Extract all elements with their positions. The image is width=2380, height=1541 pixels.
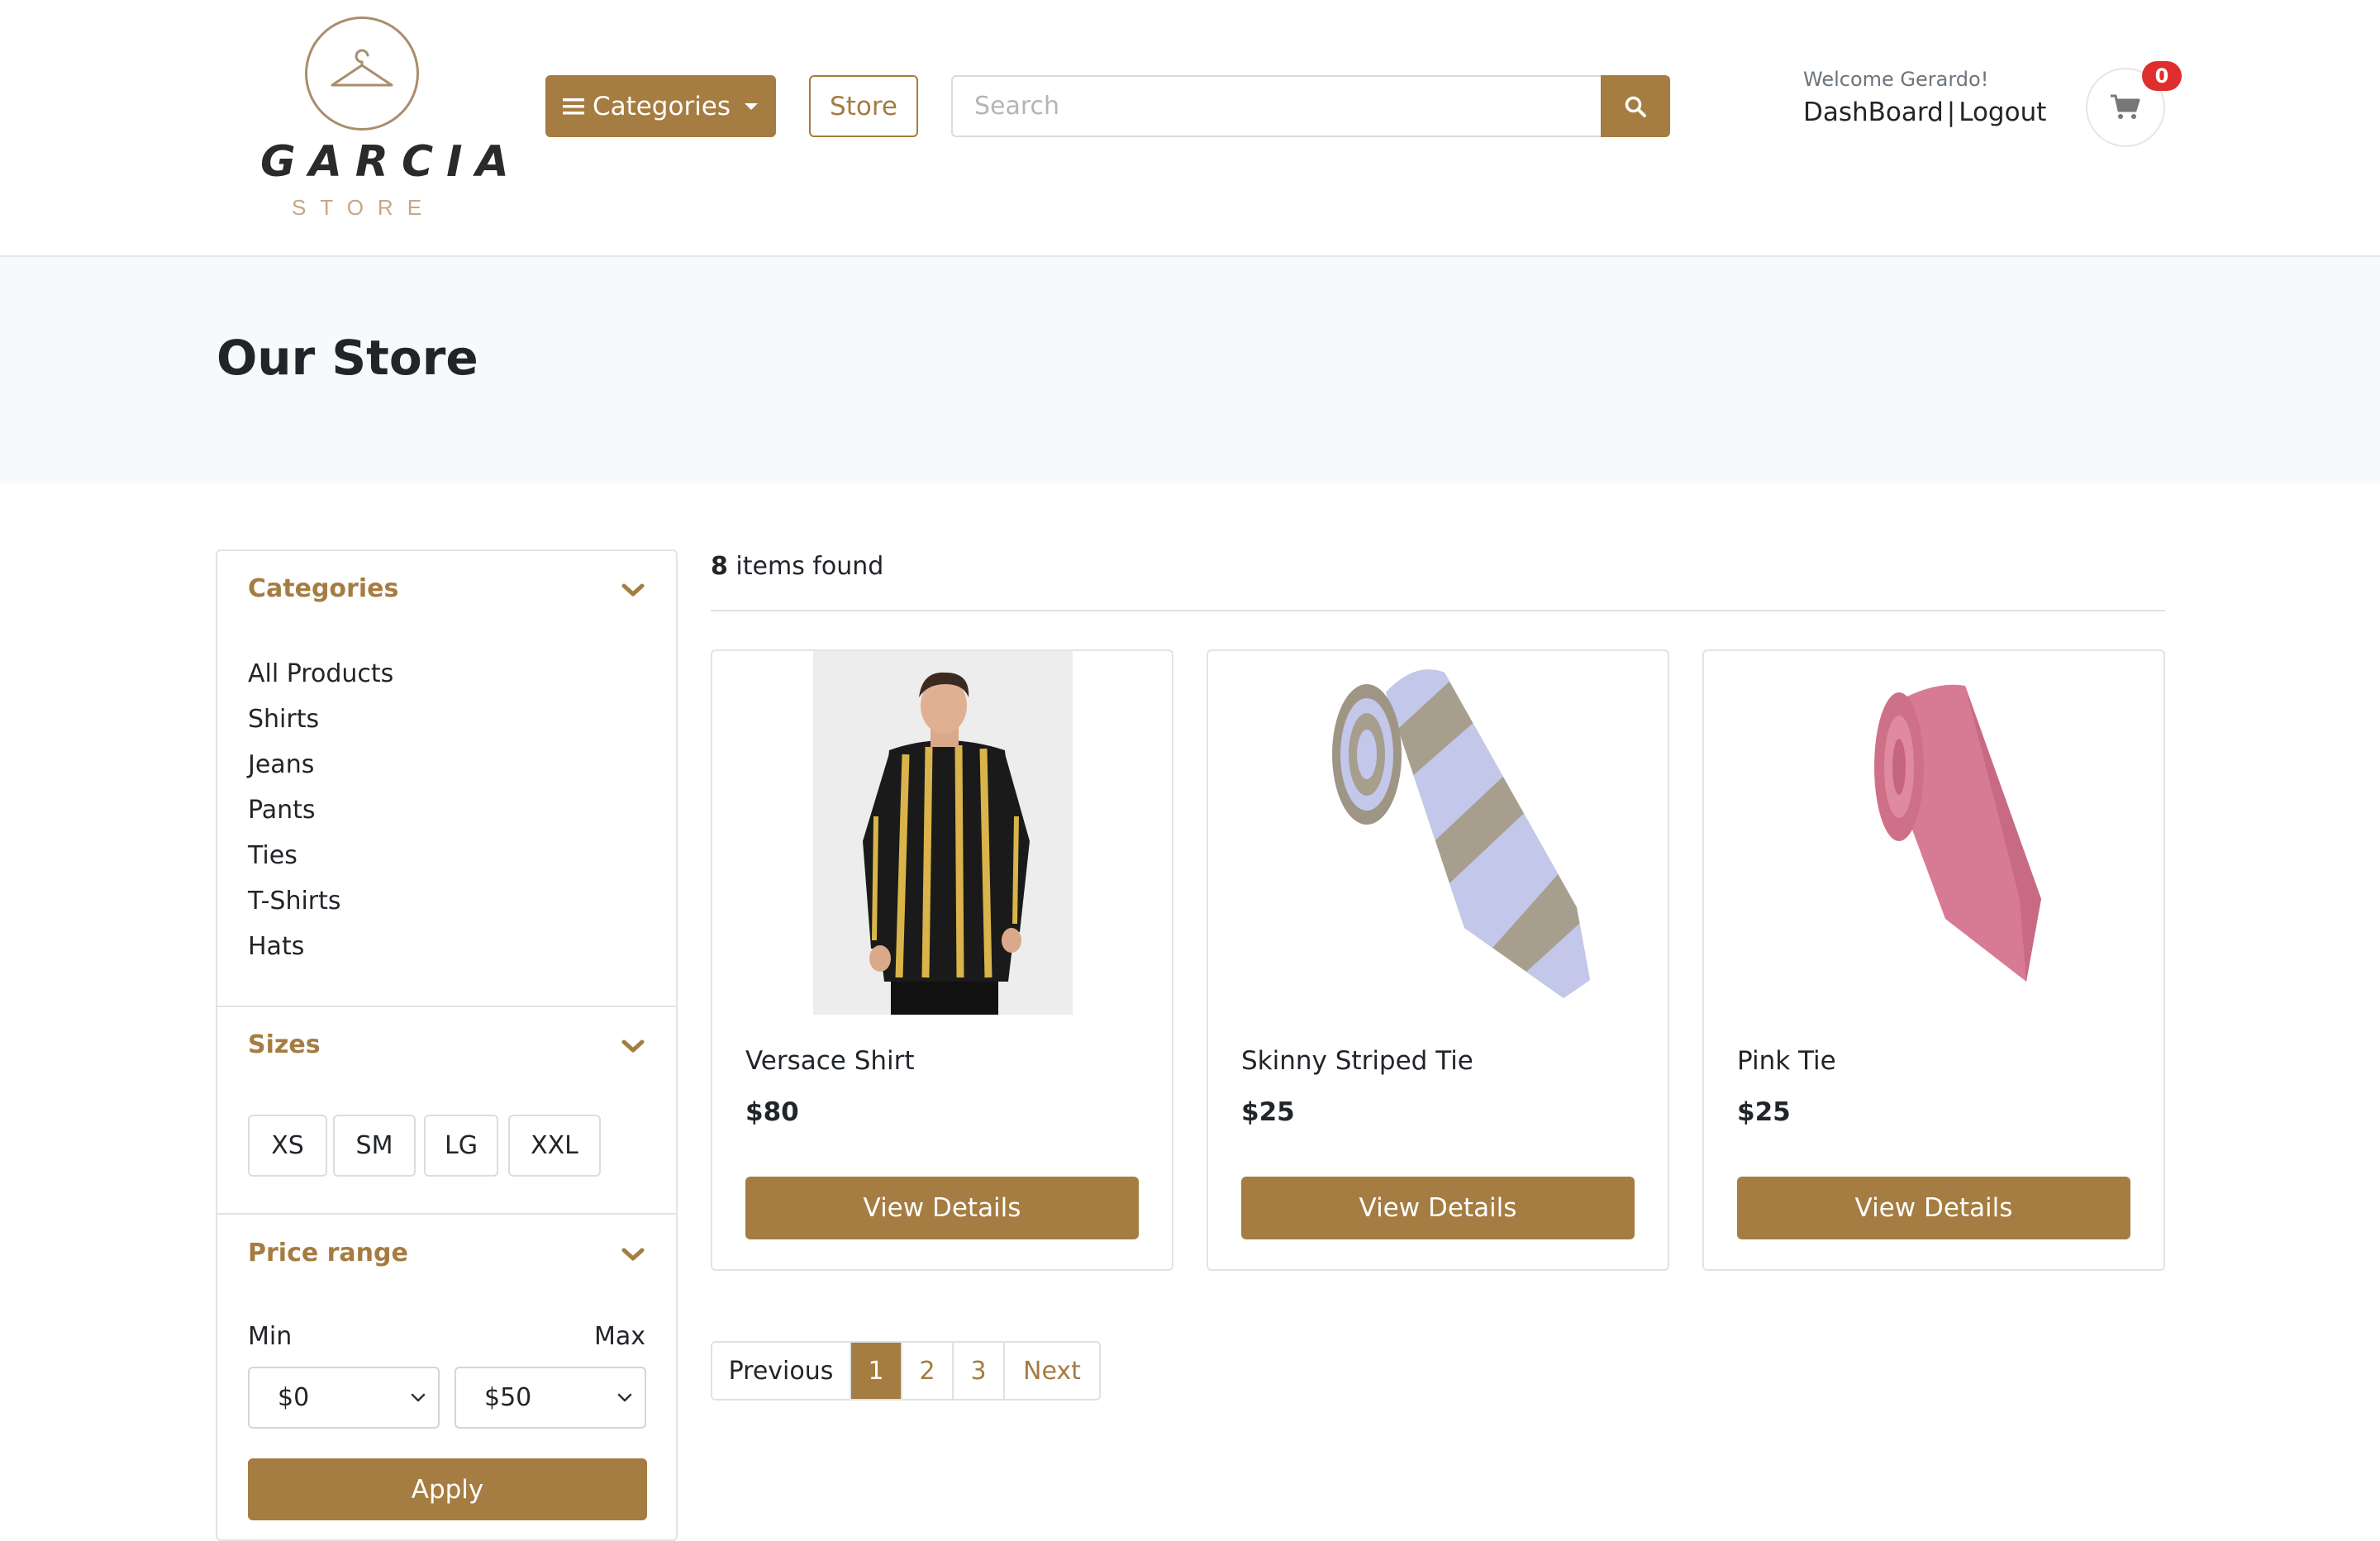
view-details-button[interactable]: View Details: [1241, 1177, 1635, 1239]
pagination-previous[interactable]: Previous: [712, 1343, 851, 1399]
search-button[interactable]: [1601, 75, 1670, 137]
store-button[interactable]: Store: [809, 75, 918, 137]
pagination-page-1[interactable]: 1: [851, 1343, 902, 1399]
categories-button-label: Categories: [592, 91, 731, 121]
product-price: $25: [1241, 1097, 1295, 1127]
categories-dropdown-button[interactable]: Categories: [545, 75, 776, 137]
logo-wordmark: GARCIA: [260, 137, 522, 187]
category-ties[interactable]: Ties: [248, 841, 298, 870]
max-price-select[interactable]: $50: [455, 1367, 646, 1429]
size-xxl-button[interactable]: XXL: [508, 1115, 601, 1177]
results-count-number: 8: [711, 552, 728, 581]
dashboard-link[interactable]: DashBoard: [1803, 98, 1944, 127]
store-logo[interactable]: GARCIA STORE: [260, 15, 522, 220]
product-card: Versace Shirt $80 View Details: [711, 649, 1173, 1271]
logout-link[interactable]: Logout: [1959, 98, 2046, 127]
results-count-suffix: items found: [727, 552, 884, 581]
product-image-versace-shirt[interactable]: [813, 651, 1073, 1015]
pagination: Previous 1 2 3 Next: [711, 1341, 1101, 1401]
product-price: $80: [745, 1097, 799, 1127]
section-divider: [217, 1006, 676, 1007]
size-lg-button[interactable]: LG: [424, 1115, 498, 1177]
filter-sidebar: Categories All Products Shirts Jeans Pan…: [216, 549, 678, 1541]
product-name[interactable]: Skinny Striped Tie: [1241, 1046, 1473, 1076]
min-price-select[interactable]: $0: [248, 1367, 440, 1429]
menu-icon: [562, 98, 584, 114]
category-jeans[interactable]: Jeans: [248, 750, 314, 779]
category-hats[interactable]: Hats: [248, 932, 304, 961]
logo-subtitle: STORE: [291, 195, 436, 220]
max-price-label: Max: [594, 1322, 646, 1351]
chevron-down-icon: [617, 1393, 632, 1402]
apply-filter-button[interactable]: Apply: [248, 1458, 647, 1520]
category-all-products[interactable]: All Products: [248, 659, 393, 688]
product-price: $25: [1737, 1097, 1791, 1127]
categories-section-title: Categories: [248, 574, 399, 603]
hanger-icon: [331, 49, 393, 87]
sizes-section-header[interactable]: Sizes: [217, 1030, 676, 1080]
size-xs-button[interactable]: XS: [248, 1115, 327, 1177]
pagination-page-3[interactable]: 3: [954, 1343, 1005, 1399]
product-name[interactable]: Pink Tie: [1737, 1046, 1836, 1076]
min-price-value: $0: [278, 1383, 310, 1412]
account-links: DashBoard | Logout: [1803, 98, 2046, 127]
product-image-skinny-striped-tie[interactable]: [1216, 651, 1663, 1031]
product-name[interactable]: Versace Shirt: [745, 1046, 915, 1076]
logo-circle: [305, 17, 419, 131]
price-section-title: Price range: [248, 1239, 408, 1268]
size-sm-button[interactable]: SM: [333, 1115, 416, 1177]
max-price-value: $50: [484, 1383, 532, 1412]
section-divider: [217, 1213, 676, 1215]
search-icon: [1625, 96, 1646, 117]
results-divider: [711, 610, 2165, 611]
chevron-down-icon: [621, 1248, 645, 1261]
site-header: GARCIA STORE Categories Store Welcome Ge…: [0, 0, 2380, 257]
view-details-button[interactable]: View Details: [745, 1177, 1139, 1239]
product-card: Skinny Striped Tie $25 View Details: [1207, 649, 1669, 1271]
welcome-message: Welcome Gerardo!: [1803, 68, 1989, 91]
chevron-down-icon: [621, 1039, 645, 1053]
min-price-label: Min: [248, 1322, 293, 1351]
chevron-down-icon: [411, 1393, 426, 1402]
sizes-section-title: Sizes: [248, 1030, 321, 1059]
link-separator: |: [1946, 98, 1956, 127]
caret-down-icon: [745, 102, 759, 110]
category-pants[interactable]: Pants: [248, 796, 316, 825]
product-image-pink-tie[interactable]: [1712, 651, 2159, 1031]
category-shirts[interactable]: Shirts: [248, 705, 319, 734]
page-hero: Our Store: [0, 257, 2380, 483]
pagination-next[interactable]: Next: [1005, 1343, 1099, 1399]
cart-count-badge: 0: [2142, 61, 2182, 91]
chevron-down-icon: [621, 583, 645, 597]
view-details-button[interactable]: View Details: [1737, 1177, 2130, 1239]
shopping-cart-icon: [2111, 94, 2140, 119]
search-input[interactable]: [951, 75, 1601, 137]
price-section-header[interactable]: Price range: [217, 1239, 676, 1288]
category-t-shirts[interactable]: T-Shirts: [248, 887, 341, 916]
results-count: 8 items found: [711, 552, 883, 581]
pagination-page-2[interactable]: 2: [902, 1343, 954, 1399]
categories-section-header[interactable]: Categories: [217, 574, 676, 624]
page-title: Our Store: [217, 330, 478, 386]
product-card: Pink Tie $25 View Details: [1702, 649, 2165, 1271]
